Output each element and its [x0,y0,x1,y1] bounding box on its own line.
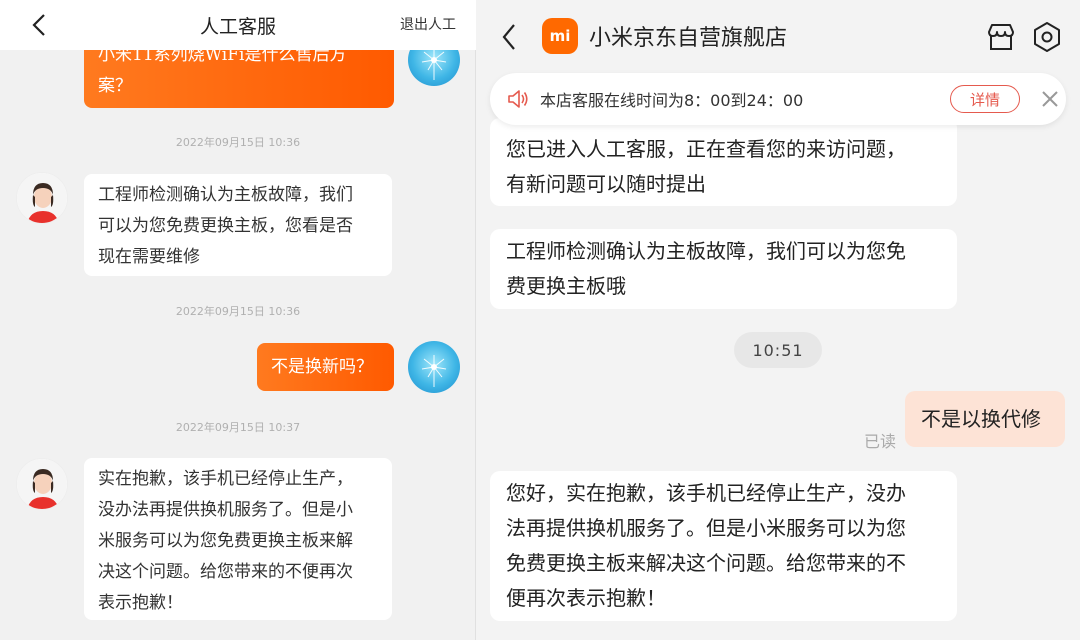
message-line: 费更换主板哦 [506,274,626,298]
agent-message-2: 实在抱歉，该手机已经停止生产， 没办法再提供换机服务了。但是小 米服务可以为您免… [84,458,392,620]
agent-message-2: 工程师检测确认为主板故障，我们可以为您免 费更换主板哦 [490,229,957,309]
agent-message-3: 您好，实在抱歉，该手机已经停止生产，没办 法再提供换机服务了。但是小米服务可以为… [490,471,957,621]
message-line: 现在需要维修 [98,247,200,267]
agent-message-1: 工程师检测确认为主板故障，我们 可以为您免费更换主板，您看是否 现在需要维修 [84,174,392,276]
message-line: 决这个问题。给您带来的不便再次 [98,562,353,582]
chevron-left-icon [502,24,515,50]
message-line: 您好，实在抱歉，该手机已经停止生产，没办 [506,481,906,505]
message-text: 不是换新吗？ [271,357,373,377]
message-line: 法再提供换机服务了。但是小米服务可以为您 [506,516,906,540]
message-line: 米服务可以为您免费更换主板来解 [98,531,353,551]
timestamp: 2022年09月15日 10:36 [175,136,301,149]
detail-button[interactable]: 详情 [950,85,1020,113]
right-header: mi 小米京东自营旗舰店 [476,0,1080,72]
agent-avatar[interactable] [16,172,68,224]
message-line: 可以为您免费更换主板，您看是否 [98,216,353,236]
store-button[interactable] [984,20,1018,54]
message-line: 实在抱歉，该手机已经停止生产， [98,469,353,489]
user-message-2: 不是换新吗？ [257,343,394,391]
message-line: 工程师检测确认为主板故障，我们可以为您免 [506,239,906,263]
left-header: 人工客服 退出人工 [0,0,476,50]
dandelion-icon [421,355,447,387]
left-chat-panel: 小米11系列烧WiFi是什么售后方 案？ 2022年09月15日 10:36 工… [0,0,476,640]
agent-avatar[interactable] [16,458,68,510]
agent-message-1: 您已进入人工客服，正在查看您的来访问题， 有新问题可以随时提出 [490,118,957,206]
agent-portrait-icon [17,173,67,223]
store-title: 小米京东自营旗舰店 [589,26,788,51]
mi-logo: mi [542,18,578,54]
time-divider: 10:51 [734,332,822,368]
close-icon[interactable] [1038,87,1062,111]
speaker-icon [508,90,528,108]
timestamp: 2022年09月15日 10:37 [175,421,301,434]
message-text: 不是以换代修 [921,407,1041,431]
right-chat-panel: mi 小米京东自营旗舰店 本店客服在线时间为8：00到24：00 详情 您已进入… [476,0,1080,640]
message-line: 免费更换主板来解决这个问题。给您带来的不 [506,551,906,575]
message-line: 有新问题可以随时提出 [506,172,706,196]
service-hours-notice: 本店客服在线时间为8：00到24：00 详情 [490,73,1066,125]
timestamp: 2022年09月15日 10:36 [175,305,301,318]
back-button[interactable] [494,20,524,54]
storefront-icon [988,24,1014,50]
read-receipt: 已读 [864,432,897,451]
hexagon-settings-icon [1034,22,1060,52]
exit-human-service-button[interactable]: 退出人工 [400,14,456,34]
notice-text: 本店客服在线时间为8：00到24：00 [540,91,804,110]
message-line: 案？ [98,76,132,96]
settings-button[interactable] [1030,20,1064,54]
user-avatar[interactable] [408,341,460,393]
message-line: 您已进入人工客服，正在查看您的来访问题， [506,137,906,161]
message-line: 便再次表示抱歉！ [506,586,666,610]
message-line: 没办法再提供换机服务了。但是小 [98,500,353,520]
agent-portrait-icon [17,459,67,509]
message-line: 表示抱歉！ [98,593,183,613]
message-line: 工程师检测确认为主板故障，我们 [98,185,353,205]
user-message-1: 不是以换代修 [905,391,1065,447]
